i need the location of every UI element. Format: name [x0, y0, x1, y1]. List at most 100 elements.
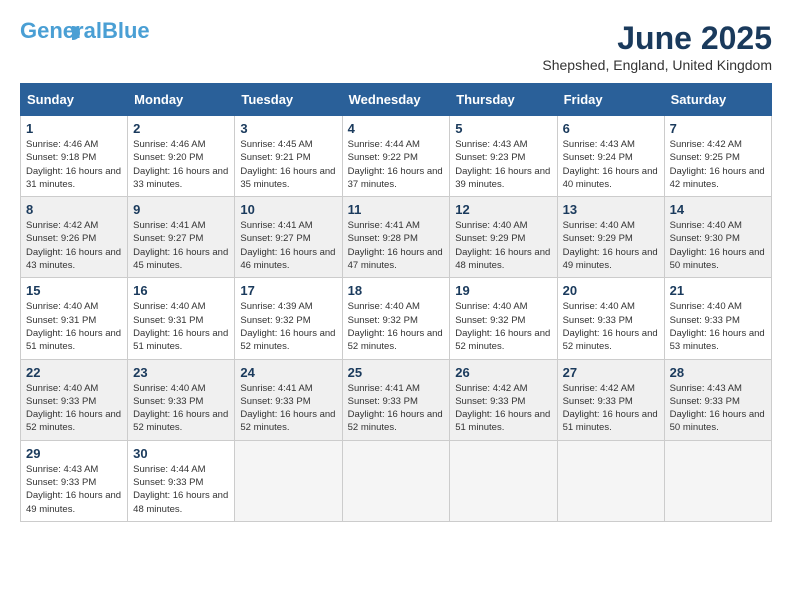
calendar-week-row: 15 Sunrise: 4:40 AMSunset: 9:31 PMDaylig…: [21, 278, 772, 359]
calendar-table: Sunday Monday Tuesday Wednesday Thursday…: [20, 83, 772, 522]
day-info: Sunrise: 4:43 AMSunset: 9:33 PMDaylight:…: [670, 383, 765, 434]
col-saturday: Saturday: [664, 84, 771, 116]
day-info: Sunrise: 4:43 AMSunset: 9:24 PMDaylight:…: [563, 139, 658, 190]
calendar-cell: 2 Sunrise: 4:46 AMSunset: 9:20 PMDayligh…: [128, 116, 235, 197]
day-info: Sunrise: 4:43 AMSunset: 9:33 PMDaylight:…: [26, 464, 121, 515]
day-number: 12: [455, 202, 551, 217]
day-number: 15: [26, 283, 122, 298]
calendar-body: 1 Sunrise: 4:46 AMSunset: 9:18 PMDayligh…: [21, 116, 772, 522]
day-number: 10: [240, 202, 336, 217]
day-info: Sunrise: 4:39 AMSunset: 9:32 PMDaylight:…: [240, 301, 335, 352]
calendar-cell: 5 Sunrise: 4:43 AMSunset: 9:23 PMDayligh…: [450, 116, 557, 197]
calendar-cell: 1 Sunrise: 4:46 AMSunset: 9:18 PMDayligh…: [21, 116, 128, 197]
calendar-cell: 18 Sunrise: 4:40 AMSunset: 9:32 PMDaylig…: [342, 278, 450, 359]
day-number: 25: [348, 365, 445, 380]
calendar-cell: 8 Sunrise: 4:42 AMSunset: 9:26 PMDayligh…: [21, 197, 128, 278]
day-info: Sunrise: 4:40 AMSunset: 9:32 PMDaylight:…: [348, 301, 443, 352]
calendar-cell: 4 Sunrise: 4:44 AMSunset: 9:22 PMDayligh…: [342, 116, 450, 197]
col-tuesday: Tuesday: [235, 84, 342, 116]
day-number: 16: [133, 283, 229, 298]
logo-general: General: [20, 18, 102, 43]
calendar-cell: 7 Sunrise: 4:42 AMSunset: 9:25 PMDayligh…: [664, 116, 771, 197]
day-number: 28: [670, 365, 766, 380]
calendar-cell: [664, 440, 771, 521]
day-number: 20: [563, 283, 659, 298]
day-number: 26: [455, 365, 551, 380]
day-info: Sunrise: 4:42 AMSunset: 9:26 PMDaylight:…: [26, 220, 121, 271]
calendar-cell: 14 Sunrise: 4:40 AMSunset: 9:30 PMDaylig…: [664, 197, 771, 278]
day-info: Sunrise: 4:42 AMSunset: 9:25 PMDaylight:…: [670, 139, 765, 190]
day-number: 9: [133, 202, 229, 217]
day-info: Sunrise: 4:40 AMSunset: 9:29 PMDaylight:…: [455, 220, 550, 271]
day-number: 4: [348, 121, 445, 136]
col-sunday: Sunday: [21, 84, 128, 116]
day-number: 23: [133, 365, 229, 380]
day-info: Sunrise: 4:40 AMSunset: 9:29 PMDaylight:…: [563, 220, 658, 271]
day-number: 30: [133, 446, 229, 461]
calendar-cell: 15 Sunrise: 4:40 AMSunset: 9:31 PMDaylig…: [21, 278, 128, 359]
calendar-cell: 24 Sunrise: 4:41 AMSunset: 9:33 PMDaylig…: [235, 359, 342, 440]
day-info: Sunrise: 4:41 AMSunset: 9:28 PMDaylight:…: [348, 220, 443, 271]
day-info: Sunrise: 4:45 AMSunset: 9:21 PMDaylight:…: [240, 139, 335, 190]
calendar-cell: 3 Sunrise: 4:45 AMSunset: 9:21 PMDayligh…: [235, 116, 342, 197]
day-info: Sunrise: 4:40 AMSunset: 9:30 PMDaylight:…: [670, 220, 765, 271]
day-number: 21: [670, 283, 766, 298]
day-info: Sunrise: 4:40 AMSunset: 9:33 PMDaylight:…: [26, 383, 121, 434]
day-info: Sunrise: 4:40 AMSunset: 9:33 PMDaylight:…: [563, 301, 658, 352]
day-number: 8: [26, 202, 122, 217]
calendar-cell: 25 Sunrise: 4:41 AMSunset: 9:33 PMDaylig…: [342, 359, 450, 440]
calendar-cell: 30 Sunrise: 4:44 AMSunset: 9:33 PMDaylig…: [128, 440, 235, 521]
logo-blue: Blue: [102, 18, 150, 43]
calendar-cell: [342, 440, 450, 521]
day-info: Sunrise: 4:41 AMSunset: 9:33 PMDaylight:…: [240, 383, 335, 434]
day-number: 6: [563, 121, 659, 136]
day-number: 1: [26, 121, 122, 136]
calendar-cell: 27 Sunrise: 4:42 AMSunset: 9:33 PMDaylig…: [557, 359, 664, 440]
day-number: 29: [26, 446, 122, 461]
calendar-cell: 23 Sunrise: 4:40 AMSunset: 9:33 PMDaylig…: [128, 359, 235, 440]
header: GeneralBlue June 2025 Shepshed, England,…: [20, 20, 772, 73]
col-thursday: Thursday: [450, 84, 557, 116]
day-info: Sunrise: 4:40 AMSunset: 9:33 PMDaylight:…: [133, 383, 228, 434]
col-monday: Monday: [128, 84, 235, 116]
day-number: 14: [670, 202, 766, 217]
calendar-cell: 29 Sunrise: 4:43 AMSunset: 9:33 PMDaylig…: [21, 440, 128, 521]
day-info: Sunrise: 4:41 AMSunset: 9:27 PMDaylight:…: [133, 220, 228, 271]
day-number: 3: [240, 121, 336, 136]
day-number: 22: [26, 365, 122, 380]
day-number: 17: [240, 283, 336, 298]
day-number: 7: [670, 121, 766, 136]
day-number: 27: [563, 365, 659, 380]
calendar-cell: 10 Sunrise: 4:41 AMSunset: 9:27 PMDaylig…: [235, 197, 342, 278]
calendar-cell: 9 Sunrise: 4:41 AMSunset: 9:27 PMDayligh…: [128, 197, 235, 278]
calendar-cell: 26 Sunrise: 4:42 AMSunset: 9:33 PMDaylig…: [450, 359, 557, 440]
calendar-cell: 12 Sunrise: 4:40 AMSunset: 9:29 PMDaylig…: [450, 197, 557, 278]
day-info: Sunrise: 4:40 AMSunset: 9:31 PMDaylight:…: [133, 301, 228, 352]
day-info: Sunrise: 4:40 AMSunset: 9:32 PMDaylight:…: [455, 301, 550, 352]
day-info: Sunrise: 4:40 AMSunset: 9:31 PMDaylight:…: [26, 301, 121, 352]
day-info: Sunrise: 4:44 AMSunset: 9:33 PMDaylight:…: [133, 464, 228, 515]
day-info: Sunrise: 4:42 AMSunset: 9:33 PMDaylight:…: [563, 383, 658, 434]
day-number: 19: [455, 283, 551, 298]
day-info: Sunrise: 4:40 AMSunset: 9:33 PMDaylight:…: [670, 301, 765, 352]
calendar-cell: 20 Sunrise: 4:40 AMSunset: 9:33 PMDaylig…: [557, 278, 664, 359]
day-number: 13: [563, 202, 659, 217]
day-info: Sunrise: 4:46 AMSunset: 9:18 PMDaylight:…: [26, 139, 121, 190]
calendar-cell: 28 Sunrise: 4:43 AMSunset: 9:33 PMDaylig…: [664, 359, 771, 440]
calendar-cell: 11 Sunrise: 4:41 AMSunset: 9:28 PMDaylig…: [342, 197, 450, 278]
calendar-week-row: 22 Sunrise: 4:40 AMSunset: 9:33 PMDaylig…: [21, 359, 772, 440]
calendar-week-row: 29 Sunrise: 4:43 AMSunset: 9:33 PMDaylig…: [21, 440, 772, 521]
logo-text: GeneralBlue: [20, 20, 150, 42]
calendar-cell: 16 Sunrise: 4:40 AMSunset: 9:31 PMDaylig…: [128, 278, 235, 359]
day-info: Sunrise: 4:41 AMSunset: 9:33 PMDaylight:…: [348, 383, 443, 434]
day-number: 18: [348, 283, 445, 298]
day-info: Sunrise: 4:41 AMSunset: 9:27 PMDaylight:…: [240, 220, 335, 271]
logo: GeneralBlue: [20, 20, 150, 40]
month-year: June 2025: [542, 20, 772, 57]
calendar-week-row: 1 Sunrise: 4:46 AMSunset: 9:18 PMDayligh…: [21, 116, 772, 197]
calendar-cell: 19 Sunrise: 4:40 AMSunset: 9:32 PMDaylig…: [450, 278, 557, 359]
calendar-cell: [557, 440, 664, 521]
calendar-cell: 21 Sunrise: 4:40 AMSunset: 9:33 PMDaylig…: [664, 278, 771, 359]
col-wednesday: Wednesday: [342, 84, 450, 116]
calendar-cell: 22 Sunrise: 4:40 AMSunset: 9:33 PMDaylig…: [21, 359, 128, 440]
